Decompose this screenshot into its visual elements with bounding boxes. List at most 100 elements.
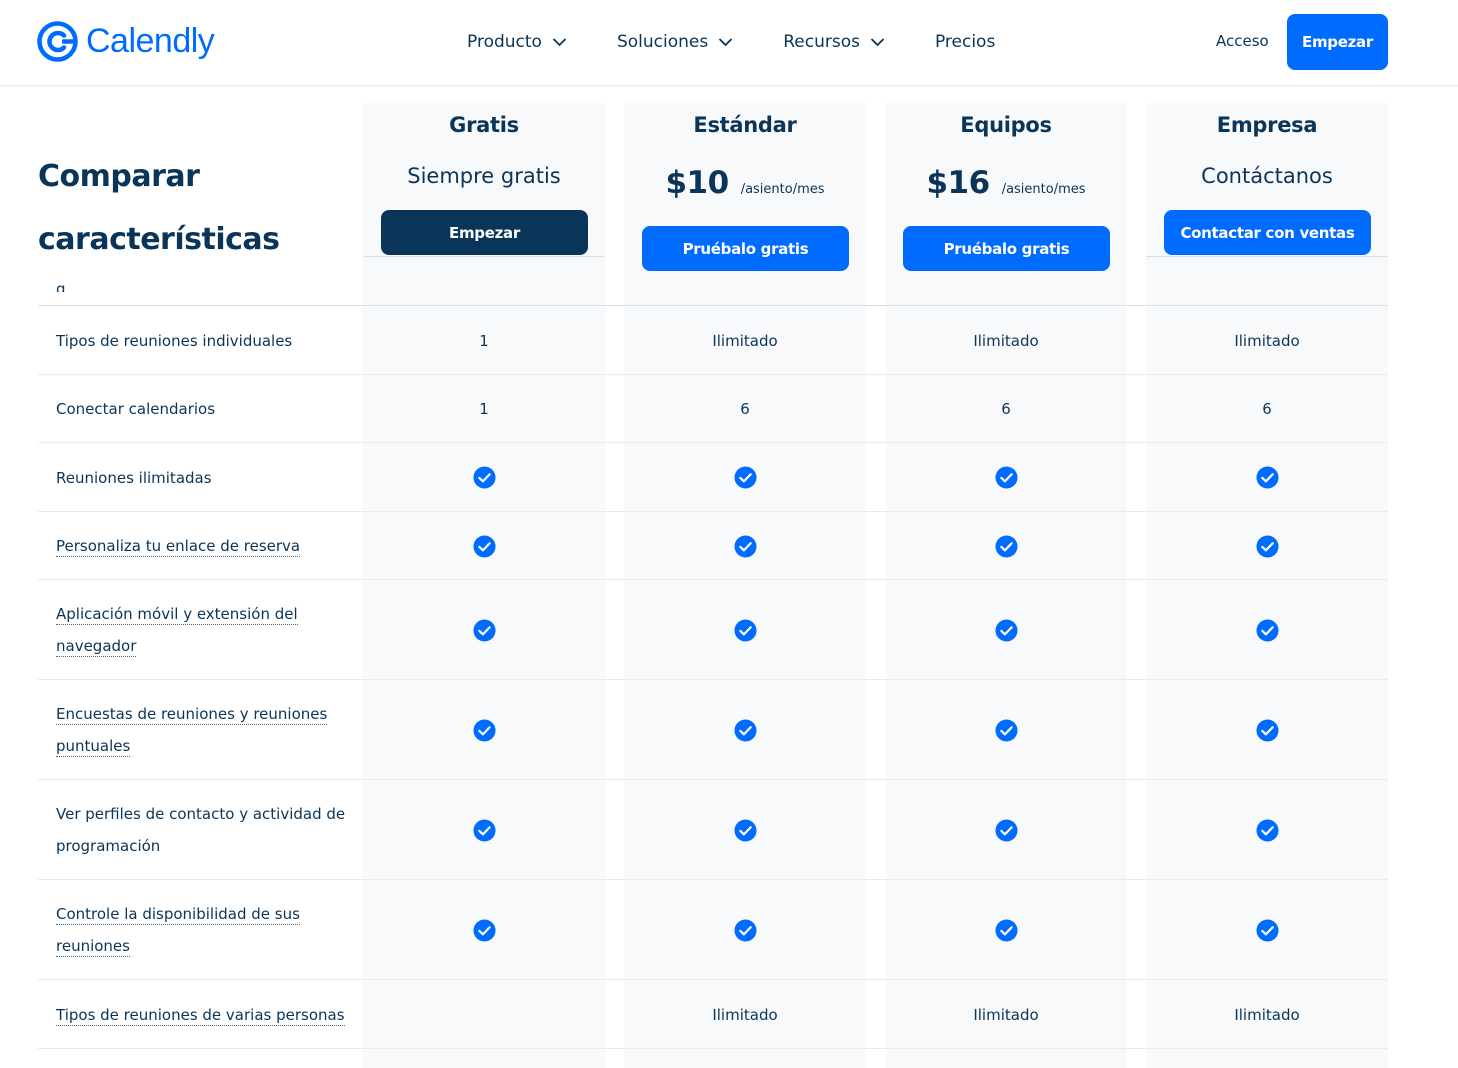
nav-soluciones[interactable]: Soluciones xyxy=(617,32,733,52)
check-circle-icon xyxy=(733,534,757,558)
check-circle-icon xyxy=(472,818,496,842)
feature-value: Ilimitado xyxy=(973,1005,1039,1024)
plan-name: Gratis xyxy=(449,113,519,137)
feature-value: 1 xyxy=(479,400,489,418)
calendly-logo[interactable]: Calendly xyxy=(37,18,215,64)
feature-cell: 6 xyxy=(1146,375,1388,443)
feature-cell xyxy=(363,443,605,512)
feature-cell: 1 xyxy=(363,375,605,443)
feature-value: Ilimitado xyxy=(973,331,1039,350)
price-unit: /asiento/mes xyxy=(740,182,825,197)
plan-estandar-trial-button[interactable]: Pruébalo gratis xyxy=(642,226,849,271)
nav-recursos[interactable]: Recursos xyxy=(783,32,885,52)
feature-cell xyxy=(363,980,605,1049)
section-title: Comparar características xyxy=(38,145,338,271)
feature-cell xyxy=(885,580,1127,680)
feature-label[interactable]: Encuestas de reuniones y reuniones puntua… xyxy=(56,698,346,762)
feature-label-line: Aplicación móvil y extensión del xyxy=(56,605,298,625)
plan-divider xyxy=(1146,256,1388,257)
feature-cell xyxy=(624,512,866,580)
check-circle-icon xyxy=(994,818,1018,842)
nav-label: Recursos xyxy=(783,32,860,52)
calendly-logo-icon xyxy=(37,20,78,62)
chevron-down-icon xyxy=(719,38,733,47)
feature-row: Tipos de reuniones de varias personas Ili… xyxy=(38,980,1388,1049)
feature-cell: 6 xyxy=(624,375,866,443)
check-circle-icon xyxy=(994,534,1018,558)
check-circle-icon xyxy=(733,618,757,642)
feature-label[interactable]: Tipos de reuniones de varias personas xyxy=(56,999,346,1031)
scrolled-category-heading: g xyxy=(56,280,66,292)
feature-cell xyxy=(885,680,1127,780)
login-link[interactable]: Acceso xyxy=(1216,32,1269,50)
feature-cell xyxy=(624,580,866,680)
feature-label: Reuniones ilimitadas xyxy=(56,462,346,494)
plan-subtitle: Contáctanos xyxy=(1201,164,1333,188)
check-circle-icon xyxy=(733,718,757,742)
feature-cell xyxy=(885,512,1127,580)
feature-cell: Ilimitado xyxy=(624,980,866,1049)
feature-cell xyxy=(1146,680,1388,780)
header-start-button[interactable]: Empezar xyxy=(1287,14,1388,70)
plan-name: Empresa xyxy=(1216,113,1318,137)
check-circle-icon xyxy=(1255,918,1279,942)
feature-cell xyxy=(1146,580,1388,680)
plan-header-equipos: Equipos $16 /asiento/mes Pruébalo gratis xyxy=(885,103,1127,277)
feature-value: Ilimitado xyxy=(712,331,778,350)
feature-label: Tipos de reuniones individuales xyxy=(56,325,346,357)
plan-price: $10 /asiento/mes xyxy=(624,165,866,201)
price-amount: $10 xyxy=(665,165,729,201)
feature-value: 1 xyxy=(479,331,489,350)
feature-cell xyxy=(363,880,605,980)
feature-label[interactable]: Aplicación móvil y extensión del navegado… xyxy=(56,598,346,662)
feature-value: Ilimitado xyxy=(712,1005,778,1024)
chevron-down-icon xyxy=(870,38,885,47)
feature-cell xyxy=(624,443,866,512)
feature-label: Conectar calendarios xyxy=(56,393,346,425)
feature-value: Ilimitado xyxy=(1234,331,1300,350)
nav-precios[interactable]: Precios xyxy=(935,32,995,52)
feature-row: Encuestas de reuniones y reuniones puntua… xyxy=(38,680,1388,780)
feature-label-line: programación xyxy=(56,837,161,855)
plan-name: Equipos xyxy=(960,113,1052,137)
feature-label-text: Tipos de reuniones de varias personas xyxy=(56,1006,345,1026)
price-unit: /asiento/mes xyxy=(1001,182,1086,197)
feature-cell: Ilimitado xyxy=(885,306,1127,375)
feature-value: 6 xyxy=(1001,400,1011,418)
feature-label[interactable]: Personaliza tu enlace de reserva xyxy=(56,530,346,562)
feature-label-line: Ver perfiles de contacto y actividad de xyxy=(56,805,346,823)
nav-label: Producto xyxy=(467,32,542,52)
feature-label[interactable]: Controle la disponibilidad de sus reunion… xyxy=(56,898,346,962)
feature-cell xyxy=(1146,880,1388,980)
brand-name: Calendly xyxy=(86,22,215,60)
main-nav: Producto Soluciones Recursos Precios xyxy=(467,24,995,60)
feature-cell xyxy=(363,512,605,580)
feature-cell: 6 xyxy=(885,375,1127,443)
feature-label-text: Reuniones ilimitadas xyxy=(56,469,212,487)
plan-empresa-contact-sales-button[interactable]: Contactar con ventas xyxy=(1164,210,1371,255)
plan-equipos-trial-button[interactable]: Pruébalo gratis xyxy=(903,226,1110,271)
plan-header-empresa: Empresa Contáctanos Contactar con ventas xyxy=(1146,103,1388,277)
check-circle-icon xyxy=(472,618,496,642)
plan-name: Estándar xyxy=(693,113,797,137)
check-circle-icon xyxy=(1255,618,1279,642)
feature-label-text: Conectar calendarios xyxy=(56,400,216,418)
feature-row: Tipos de reuniones individuales 1 Ilimitad… xyxy=(38,306,1388,375)
feature-cell: Ilimitado xyxy=(885,980,1127,1049)
nav-producto[interactable]: Producto xyxy=(467,32,567,52)
plan-gratis-start-button[interactable]: Empezar xyxy=(381,210,588,255)
feature-label-line: navegador xyxy=(56,637,137,657)
check-circle-icon xyxy=(994,618,1018,642)
feature-label-line: puntuales xyxy=(56,737,131,757)
feature-row: Conectar calendarios 1 6 6 6 xyxy=(38,375,1388,443)
feature-cell xyxy=(363,580,605,680)
plan-header-estandar: Estándar $10 /asiento/mes Pruébalo grati… xyxy=(624,103,866,277)
feature-row: Reuniones ilimitadas xyxy=(38,443,1388,512)
feature-row: Ver perfiles de contacto y actividad de p… xyxy=(38,780,1388,880)
check-circle-icon xyxy=(1255,534,1279,558)
feature-cell xyxy=(1146,512,1388,580)
feature-row: Controle la disponibilidad de sus reunion… xyxy=(38,880,1388,980)
feature-label-line: reuniones xyxy=(56,937,130,957)
price-amount: $16 xyxy=(926,165,990,201)
feature-cell: Ilimitado xyxy=(624,306,866,375)
